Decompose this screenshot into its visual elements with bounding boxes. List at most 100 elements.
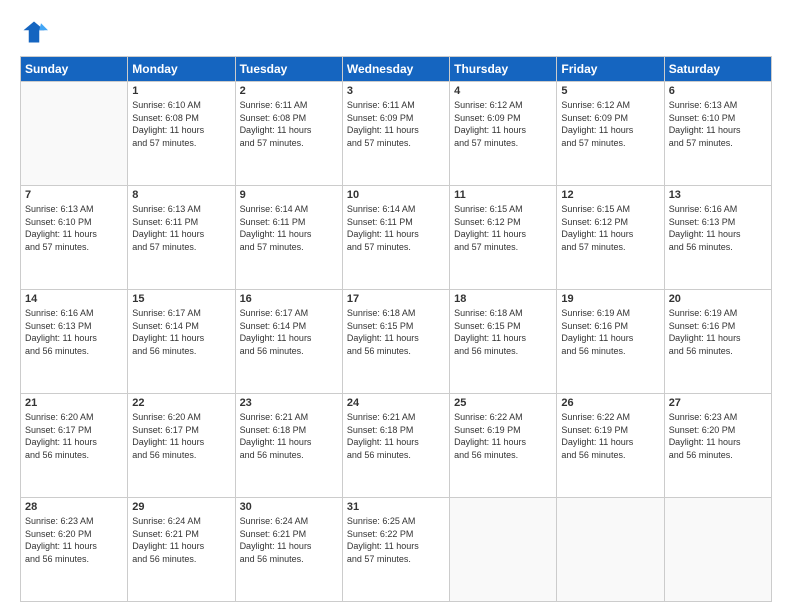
day-info: Sunrise: 6:21 AM Sunset: 6:18 PM Dayligh… [347,411,445,461]
day-info: Sunrise: 6:21 AM Sunset: 6:18 PM Dayligh… [240,411,338,461]
calendar-cell: 2 Sunrise: 6:11 AM Sunset: 6:08 PM Daylig… [235,82,342,186]
day-number: 12 [561,189,659,201]
day-info: Sunrise: 6:19 AM Sunset: 6:16 PM Dayligh… [669,307,767,357]
day-number: 20 [669,293,767,305]
day-info: Sunrise: 6:22 AM Sunset: 6:19 PM Dayligh… [454,411,552,461]
day-number: 1 [132,85,230,97]
calendar-cell: 16Sunrise: 6:17 AM Sunset: 6:14 PM Dayli… [235,290,342,394]
day-info: Sunrise: 6:19 AM Sunset: 6:16 PM Dayligh… [561,307,659,357]
calendar-cell: 30 Sunrise: 6:24 AM Sunset: 6:21 PM Dayli… [235,498,342,602]
day-number: 16 [240,293,338,305]
day-number: 24 [347,397,445,409]
day-info: Sunrise: 6:15 AM Sunset: 6:12 PM Dayligh… [561,203,659,253]
day-info: Sunrise: 6:15 AM Sunset: 6:12 PM Dayligh… [454,203,552,253]
calendar-cell: 12 Sunrise: 6:15 AM Sunset: 6:12 PM Dayli… [557,186,664,290]
day-number: 10 [347,189,445,201]
weekday-header-thursday: Thursday [450,57,557,82]
calendar-cell: 25 Sunrise: 6:22 AM Sunset: 6:19 PM Dayli… [450,394,557,498]
calendar-cell: 21Sunrise: 6:20 AM Sunset: 6:17 PM Dayli… [21,394,128,498]
day-number: 15 [132,293,230,305]
header [20,18,772,46]
day-info: Sunrise: 6:23 AM Sunset: 6:20 PM Dayligh… [669,411,767,461]
day-number: 14 [25,293,123,305]
calendar-cell: 7Sunrise: 6:13 AM Sunset: 6:10 PM Daylig… [21,186,128,290]
weekday-header-wednesday: Wednesday [342,57,449,82]
day-number: 17 [347,293,445,305]
day-number: 27 [669,397,767,409]
day-number: 8 [132,189,230,201]
day-info: Sunrise: 6:11 AM Sunset: 6:08 PM Dayligh… [240,99,338,149]
day-info: Sunrise: 6:18 AM Sunset: 6:15 PM Dayligh… [347,307,445,357]
calendar-cell: 26Sunrise: 6:22 AM Sunset: 6:19 PM Dayli… [557,394,664,498]
day-number: 21 [25,397,123,409]
day-info: Sunrise: 6:17 AM Sunset: 6:14 PM Dayligh… [132,307,230,357]
day-info: Sunrise: 6:12 AM Sunset: 6:09 PM Dayligh… [454,99,552,149]
week-row-5: 28Sunrise: 6:23 AM Sunset: 6:20 PM Dayli… [21,498,772,602]
day-info: Sunrise: 6:16 AM Sunset: 6:13 PM Dayligh… [25,307,123,357]
day-number: 9 [240,189,338,201]
calendar-cell: 1 Sunrise: 6:10 AM Sunset: 6:08 PM Daylig… [128,82,235,186]
weekday-header-tuesday: Tuesday [235,57,342,82]
week-row-3: 14 Sunrise: 6:16 AM Sunset: 6:13 PM Dayli… [21,290,772,394]
calendar-cell: 5 Sunrise: 6:12 AM Sunset: 6:09 PM Daylig… [557,82,664,186]
calendar-cell [450,498,557,602]
calendar-table: SundayMondayTuesdayWednesdayThursdayFrid… [20,56,772,602]
day-number: 23 [240,397,338,409]
day-info: Sunrise: 6:10 AM Sunset: 6:08 PM Dayligh… [132,99,230,149]
calendar-cell: 31 Sunrise: 6:25 AM Sunset: 6:22 PM Dayli… [342,498,449,602]
calendar-body: 1 Sunrise: 6:10 AM Sunset: 6:08 PM Daylig… [21,82,772,602]
day-number: 31 [347,501,445,513]
day-info: Sunrise: 6:25 AM Sunset: 6:22 PM Dayligh… [347,515,445,565]
calendar-cell: 8 Sunrise: 6:13 AM Sunset: 6:11 PM Daylig… [128,186,235,290]
weekday-header-friday: Friday [557,57,664,82]
day-number: 11 [454,189,552,201]
calendar-cell: 13 Sunrise: 6:16 AM Sunset: 6:13 PM Dayli… [664,186,771,290]
day-info: Sunrise: 6:12 AM Sunset: 6:09 PM Dayligh… [561,99,659,149]
calendar-cell: 3 Sunrise: 6:11 AM Sunset: 6:09 PM Daylig… [342,82,449,186]
day-number: 25 [454,397,552,409]
day-info: Sunrise: 6:14 AM Sunset: 6:11 PM Dayligh… [347,203,445,253]
calendar-cell: 4 Sunrise: 6:12 AM Sunset: 6:09 PM Daylig… [450,82,557,186]
day-number: 19 [561,293,659,305]
calendar-cell: 11 Sunrise: 6:15 AM Sunset: 6:12 PM Dayli… [450,186,557,290]
logo [20,18,52,46]
calendar-cell: 9 Sunrise: 6:14 AM Sunset: 6:11 PM Daylig… [235,186,342,290]
day-info: Sunrise: 6:16 AM Sunset: 6:13 PM Dayligh… [669,203,767,253]
day-info: Sunrise: 6:20 AM Sunset: 6:17 PM Dayligh… [132,411,230,461]
day-number: 2 [240,85,338,97]
week-row-4: 21 Sunrise: 6:20 AM Sunset: 6:17 PM Dayli… [21,394,772,498]
calendar-cell: 17 Sunrise: 6:18 AM Sunset: 6:15 PM Dayli… [342,290,449,394]
page: SundayMondayTuesdayWednesdayThursdayFrid… [0,0,792,612]
calendar-cell [21,82,128,186]
day-number: 22 [132,397,230,409]
weekday-header-row: SundayMondayTuesdayWednesdayThursdayFrid… [21,57,772,82]
day-number: 5 [561,85,659,97]
calendar-cell: 28Sunrise: 6:23 AM Sunset: 6:20 PM Dayli… [21,498,128,602]
day-info: Sunrise: 6:11 AM Sunset: 6:09 PM Dayligh… [347,99,445,149]
calendar-cell: 27 Sunrise: 6:23 AM Sunset: 6:20 PM Dayli… [664,394,771,498]
day-info: Sunrise: 6:24 AM Sunset: 6:21 PM Dayligh… [240,515,338,565]
day-info: Sunrise: 6:13 AM Sunset: 6:10 PM Dayligh… [25,203,123,253]
week-row-2: 7Sunrise: 6:13 AM Sunset: 6:10 PM Daylig… [21,186,772,290]
day-number: 29 [132,501,230,513]
calendar-cell: 19 Sunrise: 6:19 AM Sunset: 6:16 PM Dayli… [557,290,664,394]
day-info: Sunrise: 6:24 AM Sunset: 6:21 PM Dayligh… [132,515,230,565]
day-info: Sunrise: 6:13 AM Sunset: 6:10 PM Dayligh… [669,99,767,149]
day-info: Sunrise: 6:14 AM Sunset: 6:11 PM Dayligh… [240,203,338,253]
calendar-cell [557,498,664,602]
day-number: 4 [454,85,552,97]
calendar-cell: 20 Sunrise: 6:19 AM Sunset: 6:16 PM Dayli… [664,290,771,394]
calendar-cell: 23 Sunrise: 6:21 AM Sunset: 6:18 PM Dayli… [235,394,342,498]
day-number: 30 [240,501,338,513]
day-info: Sunrise: 6:13 AM Sunset: 6:11 PM Dayligh… [132,203,230,253]
week-row-1: 1 Sunrise: 6:10 AM Sunset: 6:08 PM Daylig… [21,82,772,186]
weekday-header-sunday: Sunday [21,57,128,82]
calendar-cell: 6Sunrise: 6:13 AM Sunset: 6:10 PM Daylig… [664,82,771,186]
day-number: 3 [347,85,445,97]
logo-icon [20,18,48,46]
calendar-cell: 18Sunrise: 6:18 AM Sunset: 6:15 PM Dayli… [450,290,557,394]
calendar-cell [664,498,771,602]
weekday-header-saturday: Saturday [664,57,771,82]
calendar-cell: 15 Sunrise: 6:17 AM Sunset: 6:14 PM Dayli… [128,290,235,394]
day-number: 13 [669,189,767,201]
